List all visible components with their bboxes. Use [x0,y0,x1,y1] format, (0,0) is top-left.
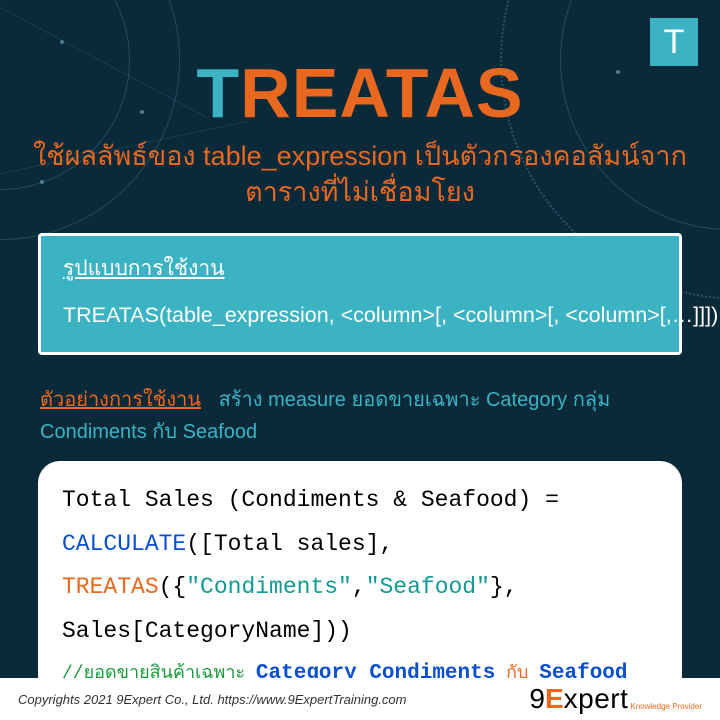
code-line-2: CALCULATE([Total sales], [62,523,658,567]
code-box: Total Sales (Condiments & Seafood) = CAL… [38,461,682,699]
code-line-1: Total Sales (Condiments & Seafood) = [62,479,658,523]
syntax-header: รูปแบบการใช้งาน [63,252,657,285]
page-title: TREATAS [30,58,690,128]
string-seafood: "Seafood" [366,574,490,600]
syntax-code: TREATAS(table_expression, <column>[, <co… [63,303,657,328]
example-row: ตัวอย่างการใช้งาน สร้าง measure ยอดขายเฉ… [30,383,690,447]
copyright-text: Copyrights 2021 9Expert Co., Ltd. https:… [18,692,407,707]
main-content: TREATAS ใช้ผลลัพธ์ของ table_expression เ… [0,0,720,699]
keyword-calculate: CALCULATE [62,531,186,557]
brand-tagline: Knowledge Provider [630,702,702,715]
brand-text: 9Expert [529,683,628,715]
code-line-4: Sales[CategoryName])) [62,610,658,654]
example-label: ตัวอย่างการใช้งาน [40,389,213,411]
footer: Copyrights 2021 9Expert Co., Ltd. https:… [0,678,720,720]
title-first-letter: T [196,54,240,132]
subtitle: ใช้ผลลัพธ์ของ table_expression เป็นตัวกร… [30,138,690,211]
title-rest: REATAS [240,54,523,132]
string-condiments: "Condiments" [186,574,352,600]
code-line-3: TREATAS({"Condiments","Seafood"}, [62,566,658,610]
brand-logo: 9Expert Knowledge Provider [529,683,702,715]
keyword-treatas: TREATAS [62,574,159,600]
syntax-box: รูปแบบการใช้งาน TREATAS(table_expression… [38,233,682,355]
